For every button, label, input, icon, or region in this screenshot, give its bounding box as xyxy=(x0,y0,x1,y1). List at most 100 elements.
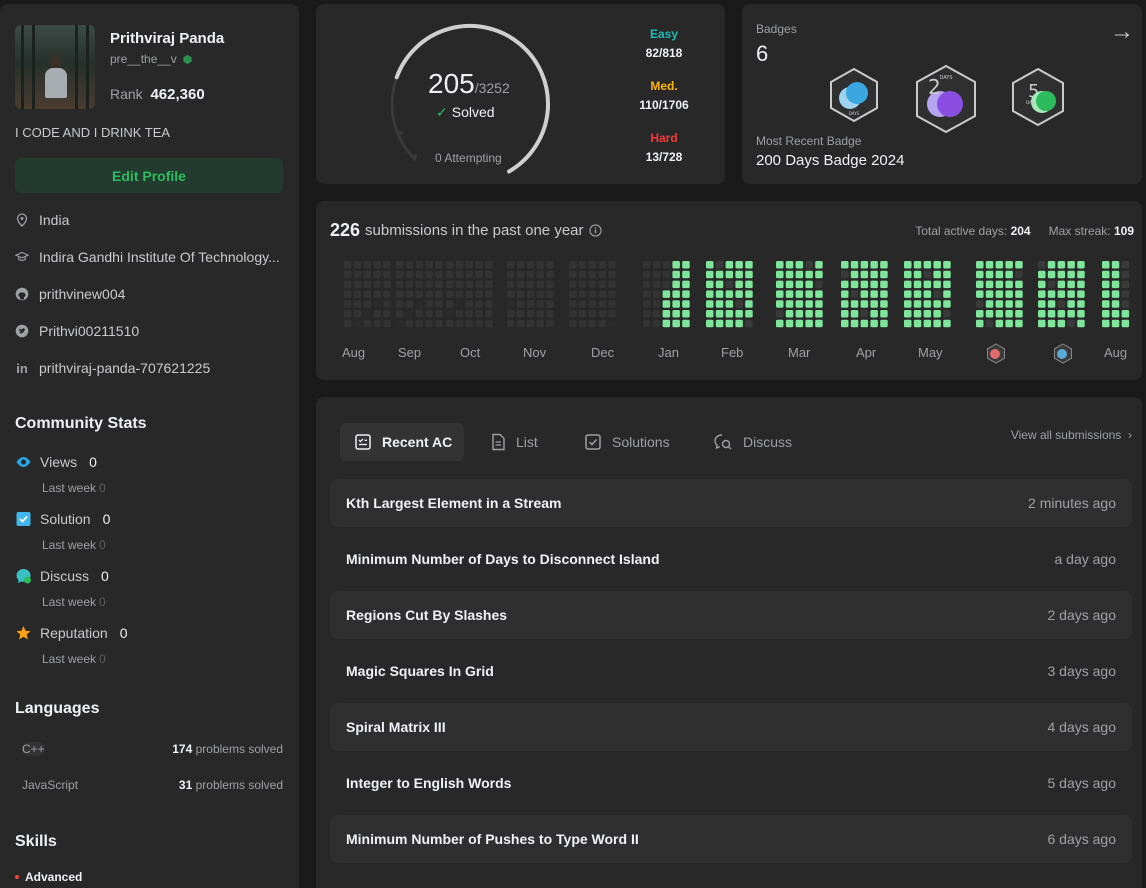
heatmap-cell[interactable] xyxy=(396,280,404,289)
heatmap-cell[interactable] xyxy=(1067,270,1075,279)
heatmap-cell[interactable] xyxy=(546,280,554,289)
heatmap-cell[interactable] xyxy=(507,270,515,279)
heatmap-cell[interactable] xyxy=(850,310,859,318)
tab-discuss[interactable]: Discuss xyxy=(713,430,792,454)
heatmap-cell[interactable] xyxy=(841,319,849,328)
heatmap-cell[interactable] xyxy=(383,270,391,279)
heatmap-cell[interactable] xyxy=(396,270,404,279)
heatmap-cell[interactable] xyxy=(652,280,661,289)
heatmap-cell[interactable] xyxy=(598,290,606,298)
heatmap-cell[interactable] xyxy=(785,310,794,318)
heatmap-cell[interactable] xyxy=(785,290,794,298)
heatmap-cell[interactable] xyxy=(526,310,535,318)
heatmap-cell[interactable] xyxy=(465,319,474,328)
heatmap-cell[interactable] xyxy=(706,300,714,308)
heatmap-cell[interactable] xyxy=(1005,310,1013,318)
heatmap-cell[interactable] xyxy=(1047,290,1056,298)
heatmap-cell[interactable] xyxy=(383,310,391,318)
heatmap-cell[interactable] xyxy=(516,290,525,298)
heatmap-cell[interactable] xyxy=(353,310,362,318)
heatmap-cell[interactable] xyxy=(785,261,794,269)
heatmap-cell[interactable] xyxy=(546,319,554,328)
heatmap-cell[interactable] xyxy=(850,280,859,289)
heatmap-cell[interactable] xyxy=(405,310,414,318)
heatmap-cell[interactable] xyxy=(795,290,804,298)
heatmap-cell[interactable] xyxy=(363,290,372,298)
heatmap-cell[interactable] xyxy=(415,310,424,318)
heatmap-cell[interactable] xyxy=(1067,261,1075,269)
heatmap-cell[interactable] xyxy=(735,310,743,318)
heatmap-cell[interactable] xyxy=(815,280,823,289)
50-days-badge-icon[interactable]: 5 DAYS xyxy=(1010,67,1066,127)
heatmap-cell[interactable] xyxy=(880,270,888,279)
heatmap-cell[interactable] xyxy=(1102,261,1110,269)
heatmap-cell[interactable] xyxy=(682,280,690,289)
heatmap-cell[interactable] xyxy=(643,280,651,289)
heatmap-cell[interactable] xyxy=(795,270,804,279)
heatmap-cell[interactable] xyxy=(1067,280,1075,289)
heatmap-cell[interactable] xyxy=(465,270,474,279)
heatmap-cell[interactable] xyxy=(923,290,932,298)
heatmap-cell[interactable] xyxy=(805,270,813,279)
heatmap-cell[interactable] xyxy=(373,319,381,328)
view-all-submissions-link[interactable]: View all submissions › xyxy=(1011,428,1132,442)
heatmap-cell[interactable] xyxy=(1005,319,1013,328)
heatmap-cell[interactable] xyxy=(1047,319,1056,328)
submission-title[interactable]: Minimum Number of Days to Disconnect Isl… xyxy=(346,551,660,567)
heatmap-cell[interactable] xyxy=(446,280,454,289)
heatmap-cell[interactable] xyxy=(569,280,577,289)
heatmap-cell[interactable] xyxy=(569,310,577,318)
heatmap-cell[interactable] xyxy=(725,319,734,328)
heatmap-cell[interactable] xyxy=(815,290,823,298)
heatmap-cell[interactable] xyxy=(578,300,587,308)
heatmap-cell[interactable] xyxy=(985,280,994,289)
heatmap-cell[interactable] xyxy=(870,300,878,308)
heatmap-cell[interactable] xyxy=(776,290,784,298)
heatmap-cell[interactable] xyxy=(536,319,544,328)
heatmap-cell[interactable] xyxy=(672,280,680,289)
heatmap-cell[interactable] xyxy=(943,280,951,289)
heatmap-cell[interactable] xyxy=(1077,310,1085,318)
heatmap-cell[interactable] xyxy=(446,270,454,279)
heatmap-cell[interactable] xyxy=(933,319,941,328)
heatmap-cell[interactable] xyxy=(943,290,951,298)
heatmap-cell[interactable] xyxy=(715,280,724,289)
heatmap-cell[interactable] xyxy=(795,300,804,308)
heatmap-cell[interactable] xyxy=(1057,319,1066,328)
heatmap-cell[interactable] xyxy=(662,319,671,328)
heatmap-cell[interactable] xyxy=(1111,300,1120,308)
heatmap-cell[interactable] xyxy=(725,290,734,298)
edit-profile-button[interactable]: Edit Profile xyxy=(15,158,283,193)
heatmap-cell[interactable] xyxy=(396,300,404,308)
heatmap-cell[interactable] xyxy=(516,310,525,318)
heatmap-cell[interactable] xyxy=(546,270,554,279)
heatmap-cell[interactable] xyxy=(608,319,616,328)
heatmap-cell[interactable] xyxy=(516,261,525,269)
heatmap-cell[interactable] xyxy=(569,270,577,279)
heatmap-cell[interactable] xyxy=(546,290,554,298)
heatmap-cell[interactable] xyxy=(662,270,671,279)
heatmap-cell[interactable] xyxy=(485,310,493,318)
heatmap-cell[interactable] xyxy=(904,280,912,289)
heatmap-cell[interactable] xyxy=(715,290,724,298)
heatmap-cell[interactable] xyxy=(405,280,414,289)
heatmap-cell[interactable] xyxy=(805,300,813,308)
heatmap-cell[interactable] xyxy=(1111,261,1120,269)
heatmap-cell[interactable] xyxy=(1047,280,1056,289)
heatmap-cell[interactable] xyxy=(1111,270,1120,279)
heatmap-cell[interactable] xyxy=(415,261,424,269)
heatmap-cell[interactable] xyxy=(776,261,784,269)
heatmap-cell[interactable] xyxy=(643,310,651,318)
heatmap-cell[interactable] xyxy=(923,319,932,328)
heatmap-cell[interactable] xyxy=(415,280,424,289)
heatmap-cell[interactable] xyxy=(976,280,984,289)
heatmap-cell[interactable] xyxy=(985,310,994,318)
heatmap-cell[interactable] xyxy=(860,319,869,328)
heatmap-cell[interactable] xyxy=(1057,290,1066,298)
heatmap-cell[interactable] xyxy=(608,280,616,289)
submission-row[interactable]: Minimum Number of Days to Disconnect Isl… xyxy=(330,535,1132,583)
heatmap-cell[interactable] xyxy=(1005,261,1013,269)
heatmap-cell[interactable] xyxy=(507,300,515,308)
heatmap-cell[interactable] xyxy=(588,261,597,269)
heatmap-cell[interactable] xyxy=(465,300,474,308)
